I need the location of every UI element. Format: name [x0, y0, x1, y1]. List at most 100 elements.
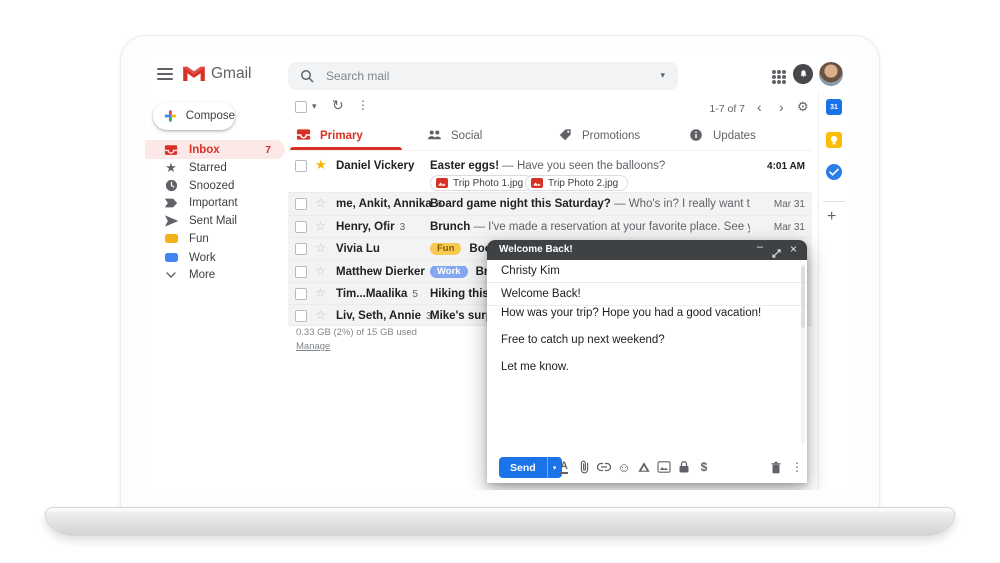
email-checkbox[interactable]: [295, 198, 307, 210]
drive-icon[interactable]: [636, 459, 652, 475]
insert-photo-icon[interactable]: [656, 459, 672, 475]
message-body[interactable]: How was your trip? Hope you had a good v…: [501, 306, 785, 387]
email-checkbox[interactable]: [295, 310, 307, 322]
add-addon-plus-icon[interactable]: +: [827, 208, 836, 226]
attach-file-icon[interactable]: [576, 459, 592, 475]
sidebar-item-label: Snoozed: [189, 180, 234, 192]
email-sender: Vivia Lu: [336, 243, 380, 255]
body-paragraph: Free to catch up next weekend?: [501, 333, 785, 348]
tab-social[interactable]: Social: [419, 123, 550, 150]
confidential-mode-icon[interactable]: [676, 459, 692, 475]
email-checkbox[interactable]: [295, 221, 307, 233]
subject-value: Welcome Back!: [501, 288, 581, 300]
star-icon[interactable]: ☆: [315, 196, 326, 210]
search-options-caret-icon[interactable]: ▾: [660, 70, 665, 81]
email-checkbox[interactable]: [295, 288, 307, 300]
gmail-app-window: Gmail Search mail ▾ C: [145, 55, 855, 490]
sidebar-item-more[interactable]: More: [145, 265, 285, 284]
email-row[interactable]: ★ Daniel Vickery Easter eggs! — Have you…: [288, 155, 812, 192]
google-apps-grid-icon[interactable]: [772, 70, 776, 74]
email-checkbox[interactable]: [295, 266, 307, 278]
screenshot-stage: Gmail Search mail ▾ C: [0, 0, 1000, 563]
star-icon[interactable]: ☆: [315, 264, 326, 278]
select-caret-icon[interactable]: ▾: [312, 101, 317, 112]
search-input[interactable]: Search mail ▾: [288, 62, 678, 90]
keep-notes-icon[interactable]: [826, 132, 842, 148]
email-sender: Liv, Seth, Annie3: [336, 310, 432, 322]
star-icon[interactable]: ☆: [315, 241, 326, 255]
clock-icon: [163, 178, 179, 194]
side-panel-rule: [823, 201, 845, 202]
label-chip-fun[interactable]: Fun: [430, 243, 461, 255]
tag-icon: [558, 128, 572, 147]
sidebar-item-label: Fun: [189, 233, 209, 245]
more-options-icon[interactable]: ⋮: [789, 459, 805, 475]
tasks-icon[interactable]: [826, 164, 842, 180]
email-row[interactable]: ☆ me, Ankit, Annika6 Board game night th…: [288, 192, 812, 215]
tab-primary[interactable]: Primary: [288, 123, 419, 150]
sidebar-item-starred[interactable]: ★ Starred: [145, 158, 285, 177]
label-tag-icon: [163, 231, 179, 247]
star-icon[interactable]: ☆: [315, 286, 326, 300]
body-paragraph: Let me know.: [501, 360, 785, 375]
main-menu-icon[interactable]: [157, 68, 173, 80]
calendar-icon[interactable]: 31: [826, 99, 842, 115]
money-icon[interactable]: $: [696, 459, 712, 475]
email-checkbox[interactable]: [295, 243, 307, 255]
compose-window: Welcome Back! – × Christy Kim Welcome Ba…: [487, 240, 807, 483]
pagination-label: 1-7 of 7: [645, 103, 745, 115]
send-button[interactable]: Send ▾: [499, 457, 562, 478]
send-icon: [163, 213, 179, 229]
body-paragraph: How was your trip? Hope you had a good v…: [501, 306, 785, 321]
user-avatar[interactable]: [819, 62, 843, 86]
label-tag-icon: [163, 250, 179, 266]
minimize-icon[interactable]: –: [757, 241, 763, 253]
compose-button[interactable]: Compose: [153, 102, 235, 130]
tab-promotions[interactable]: Promotions: [550, 123, 681, 150]
formatting-options-icon[interactable]: A: [556, 459, 572, 475]
storage-info: 0.33 GB (2%) of 15 GB used Manage: [296, 327, 417, 352]
settings-gear-icon[interactable]: ⚙: [797, 99, 809, 115]
sidebar-item-inbox[interactable]: Inbox 7: [145, 140, 285, 159]
star-icon[interactable]: ☆: [315, 308, 326, 322]
compose-label: Compose: [186, 110, 235, 122]
star-icon[interactable]: ☆: [315, 219, 326, 233]
people-icon: [427, 128, 442, 146]
topbar: Gmail Search mail ▾: [145, 55, 855, 93]
select-all-checkbox[interactable]: [295, 101, 307, 113]
insert-emoji-icon[interactable]: ☺: [616, 459, 632, 475]
important-marker-icon: [163, 195, 179, 211]
close-icon[interactable]: ×: [790, 242, 797, 256]
recipient-field[interactable]: Christy Kim: [487, 260, 807, 283]
tab-updates[interactable]: Updates: [681, 123, 812, 150]
email-subject-snippet: Board game night this Saturday? — Who's …: [430, 198, 750, 210]
compose-plus-icon: [163, 108, 178, 124]
attachment-chip[interactable]: Trip Photo 2.jpg: [525, 175, 628, 191]
email-row[interactable]: ☆ Henry, Ofir3 Brunch — I've made a rese…: [288, 215, 812, 237]
more-options-icon[interactable]: ⋮: [357, 98, 369, 112]
sidebar-item-sent[interactable]: Sent Mail: [145, 211, 285, 230]
notifications-bell-icon[interactable]: [793, 64, 813, 84]
sidebar-item-label: Starred: [189, 162, 227, 174]
older-page-icon[interactable]: ›: [779, 99, 784, 115]
compose-header[interactable]: Welcome Back! – ×: [487, 240, 807, 260]
subject-field[interactable]: Welcome Back!: [487, 283, 807, 306]
star-icon[interactable]: ★: [315, 157, 327, 173]
compose-scrollbar[interactable]: [801, 264, 805, 444]
primary-inbox-icon: [296, 128, 311, 146]
sidebar-item-label: More: [189, 269, 215, 281]
refresh-icon[interactable]: ↻: [332, 97, 344, 114]
insert-link-icon[interactable]: [596, 459, 612, 475]
image-attachment-icon: [531, 178, 543, 188]
discard-trash-icon[interactable]: [768, 459, 784, 475]
manage-storage-link[interactable]: Manage: [296, 341, 330, 352]
sidebar-item-important[interactable]: Important: [145, 193, 285, 212]
attachment-chip[interactable]: Trip Photo 1.jpg: [430, 175, 533, 191]
sidebar-item-fun-label[interactable]: Fun: [145, 229, 285, 248]
newer-page-icon[interactable]: ‹: [757, 99, 762, 115]
chevron-down-icon: [163, 267, 179, 283]
email-sender: Tim...Maalika5: [336, 288, 418, 300]
tab-label: Primary: [320, 130, 363, 142]
label-chip-work[interactable]: Work: [430, 266, 468, 278]
email-checkbox[interactable]: [295, 160, 307, 172]
